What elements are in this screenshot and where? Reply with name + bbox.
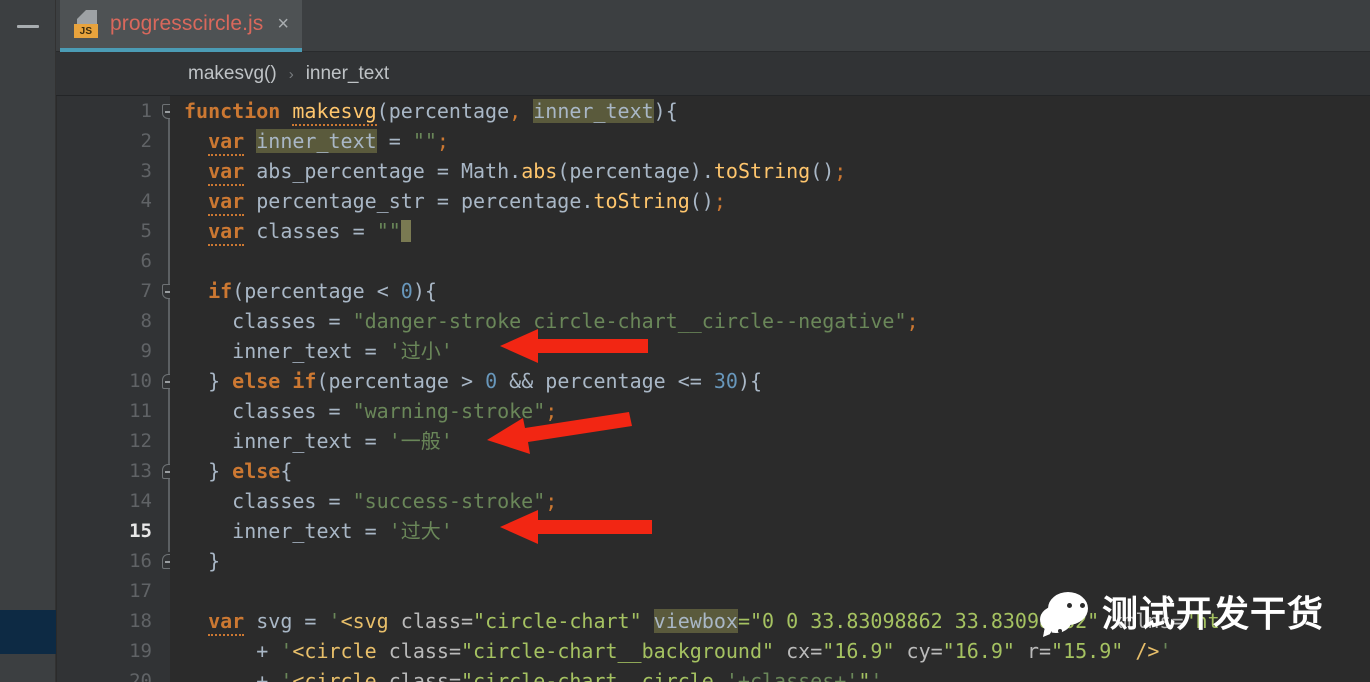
breadcrumb: makesvg() › inner_text [188,52,389,96]
line-number: 14 [129,490,152,512]
line-number: 16 [129,550,152,572]
line-number: 3 [140,160,152,182]
code-editor[interactable]: 1 2 3 4 5 6 7 8 9 10 11 12 13 14 15 16 1… [0,96,1370,682]
line-number: 17 [129,580,152,602]
code-line-15: inner_text = '过大' [232,519,453,543]
line-number: 8 [140,310,152,332]
line-number: 19 [129,640,152,662]
close-icon[interactable]: × [277,14,289,34]
javascript-file-icon: JS [74,9,100,39]
tab-filename: progresscircle.js [110,12,264,35]
line-number: 1 [140,100,152,122]
breadcrumb-bar: makesvg() › inner_text [0,52,1370,96]
annotation-arrow-2 [487,412,632,454]
editor-tab-bar: JS progresscircle.js × [0,0,1370,52]
line-number: 20 [129,670,152,682]
ide-window: JS progresscircle.js × makesvg() › inner… [0,0,1370,682]
line-number: 12 [129,430,152,452]
annotation-arrow-1 [500,329,648,363]
code-line-19: + '<circle class="circle-chart__backgrou… [256,639,1172,663]
line-number: 11 [129,400,152,422]
line-number: 10 [129,370,152,392]
tool-window-strip[interactable] [0,0,56,52]
code-line-18: var svg = '<svg class="circle-chart" vie… [184,606,1220,636]
line-number-gutter[interactable]: 1 2 3 4 5 6 7 8 9 10 11 12 13 14 15 16 1… [57,96,170,682]
code-line-16: } [184,549,221,573]
line-number: 6 [140,250,152,272]
code-line-12: inner_text = '一般' [232,429,453,453]
code-line-13: } else{ [184,459,293,483]
line-number: 4 [140,190,152,212]
code-line-10: } else if(percentage > 0 && percentage <… [184,369,763,393]
breadcrumb-gutter-spacer [0,52,56,96]
left-margin-marker [0,610,56,654]
code-content[interactable]: function makesvg(percentage, inner_text)… [170,96,1370,682]
editor-left-strip [0,96,56,682]
code-line-4: var percentage_str = percentage.toString… [184,186,726,216]
code-line-2: var inner_text = ""; [184,126,449,156]
code-line-5: var classes = "" [184,216,411,246]
line-number: 18 [129,610,152,632]
editor-tab-progresscircle[interactable]: JS progresscircle.js × [60,0,303,52]
line-number: 13 [129,460,152,482]
text-caret [400,220,411,242]
line-number: 9 [140,340,152,362]
line-number: 5 [140,220,152,242]
chevron-right-icon: › [288,65,294,83]
code-line-3: var abs_percentage = Math.abs(percentage… [184,156,846,186]
line-number: 7 [140,280,152,302]
breadcrumb-item-makesvg[interactable]: makesvg() [188,63,277,85]
annotation-arrow-3 [500,510,652,544]
code-line-1: function makesvg(percentage, inner_text)… [184,96,678,126]
line-number-current: 15 [129,520,152,542]
minimize-icon[interactable] [16,24,39,28]
js-badge-label: JS [74,24,98,38]
line-number: 2 [140,130,152,152]
code-line-7: if(percentage < 0){ [208,279,437,303]
code-line-20: + '<circle class="circle-chart__circle '… [256,669,883,682]
code-line-9: inner_text = '过小' [232,339,453,363]
breadcrumb-item-inner-text[interactable]: inner_text [306,63,389,85]
